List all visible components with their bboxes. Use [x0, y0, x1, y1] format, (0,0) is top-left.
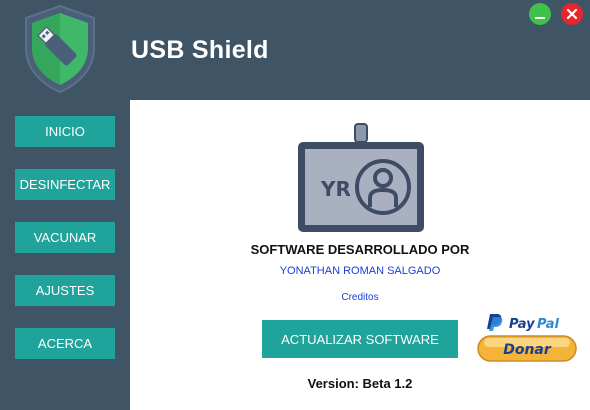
- credits-link[interactable]: Creditos: [130, 292, 590, 303]
- badge-initials: YR: [320, 177, 351, 201]
- version-label: Version: Beta 1.2: [307, 376, 413, 391]
- paypal-brand-pal: Pal: [537, 317, 559, 332]
- update-software-button[interactable]: ACTUALIZAR SOFTWARE: [262, 320, 458, 358]
- developer-heading: SOFTWARE DESARROLLADO POR: [250, 242, 470, 257]
- paypal-donate-button[interactable]: Pay Pal Donar: [476, 312, 580, 364]
- close-button[interactable]: [561, 3, 583, 25]
- close-icon: [566, 8, 578, 20]
- minimize-button[interactable]: [529, 3, 551, 25]
- app-title: USB Shield: [131, 36, 269, 64]
- donate-label: Donar: [503, 342, 552, 358]
- nav-desinfectar-button[interactable]: DESINFECTAR: [15, 169, 115, 200]
- app-window: USB Shield INICIO DESINFECTAR VACUNAR AJ…: [0, 0, 590, 410]
- nav-inicio-button[interactable]: INICIO: [15, 116, 115, 147]
- paypal-brand-pay: Pay: [509, 317, 535, 332]
- about-panel: YR SOFTWARE DESARROLLADO POR YONATHAN RO…: [130, 100, 590, 410]
- id-badge-icon: YR: [298, 123, 424, 232]
- paypal-logo-icon: Pay Pal: [487, 314, 559, 332]
- developer-name: YONATHAN ROMAN SALGADO: [279, 265, 441, 277]
- nav-vacunar-button[interactable]: VACUNAR: [15, 222, 115, 253]
- minimize-icon: [535, 17, 545, 19]
- usb-shield-logo-icon: [25, 4, 95, 94]
- nav-ajustes-button[interactable]: AJUSTES: [15, 275, 115, 306]
- nav-acerca-button[interactable]: ACERCA: [15, 328, 115, 359]
